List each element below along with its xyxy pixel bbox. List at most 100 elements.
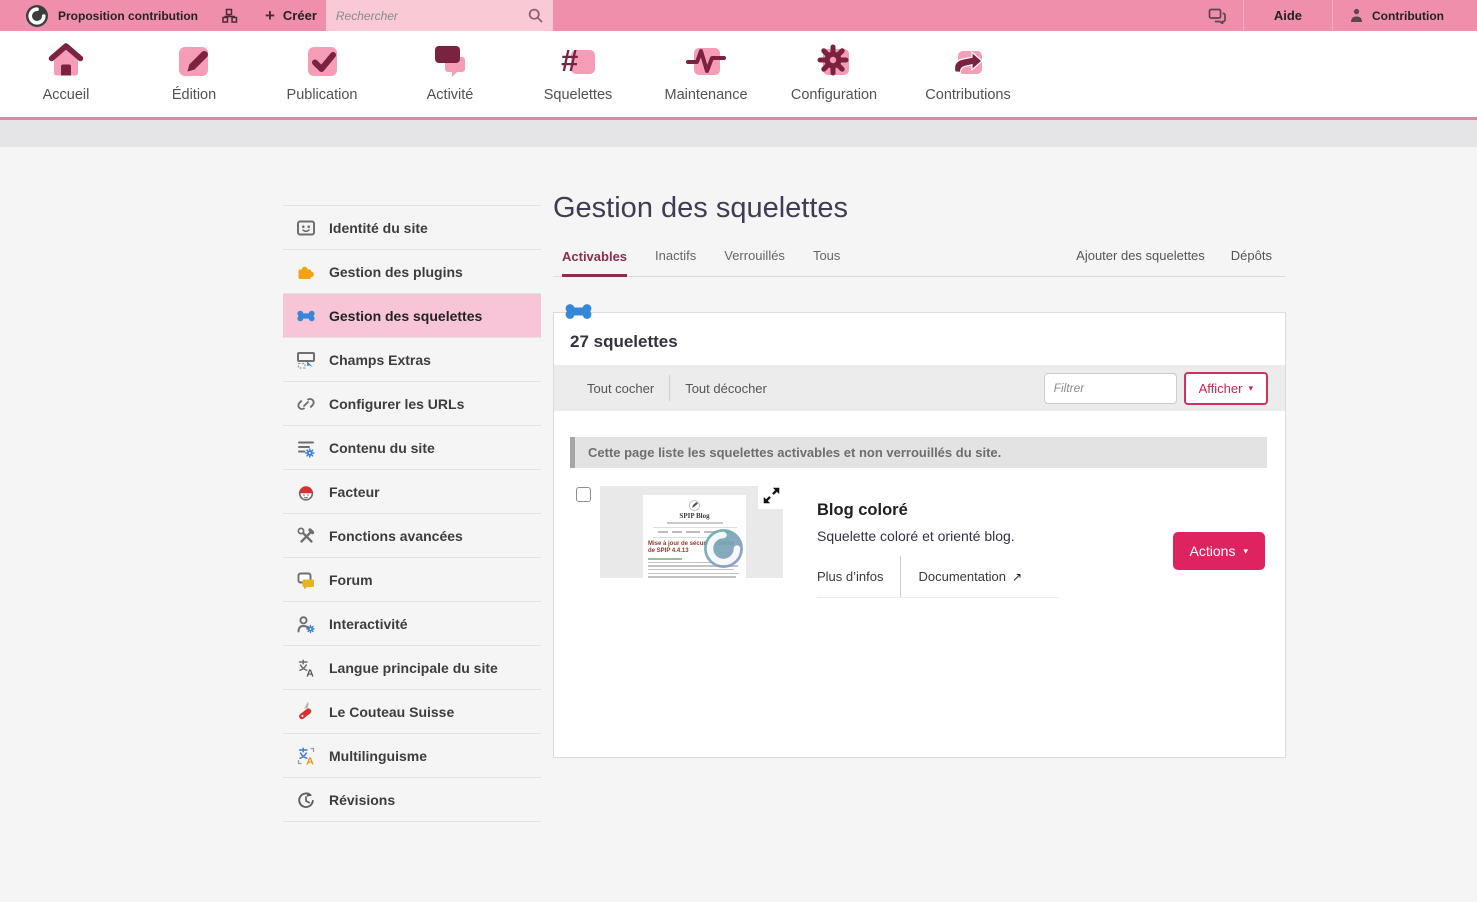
sidebar-item-forum[interactable]: Forum (283, 558, 541, 602)
messages-icon[interactable] (1208, 8, 1226, 24)
search-icon[interactable] (528, 8, 543, 23)
documentation-link[interactable]: Documentation ↗ (901, 556, 1022, 597)
link-icon (296, 394, 316, 414)
tab-verrouilles[interactable]: Verrouillés (724, 248, 785, 276)
uncheck-all-button[interactable]: Tout décocher (685, 381, 767, 396)
user-menu[interactable]: Contribution (1333, 8, 1477, 23)
tabs-actions: Ajouter des squelettes Dépôts (1076, 248, 1272, 276)
hand-arrow-icon (945, 40, 991, 84)
tabs-bar: Activables Inactifs Verrouillés Tous Ajo… (553, 248, 1286, 277)
check-icon (299, 40, 345, 84)
sidebar-item-multilinguisme[interactable]: A Multilinguisme (283, 734, 541, 778)
actions-wrap: Actions ▾ (1173, 486, 1265, 570)
divider (669, 375, 670, 401)
filter-input[interactable] (1044, 373, 1177, 404)
sidebar-item-revisions[interactable]: Révisions (283, 778, 541, 822)
sitemap-icon[interactable] (222, 8, 239, 24)
nav-item-maintenance[interactable]: Maintenance (642, 40, 770, 117)
sidebar-item-identite-du-site[interactable]: Identité du site (283, 206, 541, 250)
nav-item-contributions[interactable]: Contributions (898, 40, 1038, 117)
expand-arrows-icon (761, 485, 782, 506)
tools-icon (296, 526, 316, 546)
caret-down-icon: ▾ (1243, 546, 1248, 557)
sidebar-item-configurer-les-urls[interactable]: Configurer les URLs (283, 382, 541, 426)
add-skeletons-link[interactable]: Ajouter des squelettes (1076, 248, 1205, 276)
settings-sidebar: Identité du site Gestion des plugins Ges… (283, 205, 541, 822)
nav-item-activite[interactable]: Activité (386, 40, 514, 117)
site-name-button[interactable]: Proposition contribution (58, 9, 198, 23)
depots-link[interactable]: Dépôts (1231, 248, 1272, 276)
nav-item-squelettes[interactable]: # Squelettes (514, 40, 642, 117)
sidebar-item-gestion-des-plugins[interactable]: Gestion des plugins (283, 250, 541, 294)
external-link-icon: ↗ (1012, 570, 1022, 584)
form-cursor-icon (296, 350, 316, 370)
sidebar-item-fonctions-avancees[interactable]: Fonctions avancées (283, 514, 541, 558)
plugin-title: Blog coloré (817, 501, 1059, 520)
puzzle-icon (296, 262, 316, 282)
tab-tous[interactable]: Tous (813, 248, 840, 276)
person-gear-icon (296, 614, 316, 634)
pencil-icon (171, 40, 217, 84)
display-dropdown-button[interactable]: Afficher ▾ (1184, 372, 1268, 405)
skeletons-card: 27 squelettes Tout cocher Tout décocher … (553, 312, 1286, 758)
topbar: Proposition contribution + Créer (0, 0, 1477, 31)
sidebar-item-langue-principale[interactable]: A Langue principale du site (283, 646, 541, 690)
hash-icon: # (555, 40, 601, 84)
svg-text:A: A (306, 755, 314, 766)
sidebar-item-gestion-des-squelettes[interactable]: Gestion des squelettes (283, 294, 541, 338)
skeleton-count-title: 27 squelettes (554, 313, 1285, 365)
gear-icon (811, 40, 857, 84)
pulse-icon (683, 40, 729, 84)
subnav-strip (0, 120, 1477, 147)
more-info-link[interactable]: Plus d’infos (817, 556, 900, 597)
plugin-info: Blog coloré Squelette coloré et orienté … (817, 486, 1059, 598)
bone-icon (296, 306, 316, 326)
page-title: Gestion des squelettes (553, 192, 1286, 225)
help-button[interactable]: Aide (1244, 8, 1332, 23)
spip-logo-icon[interactable] (26, 5, 48, 27)
swiss-knife-icon (296, 702, 316, 722)
list-gear-icon (296, 438, 316, 458)
sidebar-item-interactivite[interactable]: Interactivité (283, 602, 541, 646)
actions-dropdown-button[interactable]: Actions ▾ (1173, 532, 1265, 570)
nav-item-configuration[interactable]: Configuration (770, 40, 898, 117)
svg-text:#: # (561, 43, 578, 78)
bone-icon (565, 302, 592, 321)
svg-text:A: A (306, 667, 314, 678)
create-button[interactable]: + Créer (265, 7, 317, 24)
tab-inactifs[interactable]: Inactifs (655, 248, 696, 276)
sidebar-item-contenu-du-site[interactable]: Contenu du site (283, 426, 541, 470)
search-bar (326, 0, 553, 31)
main-content: Gestion des squelettes Activables Inacti… (553, 192, 1286, 758)
sidebar-item-couteau-suisse[interactable]: Le Couteau Suisse (283, 690, 541, 734)
history-icon (296, 790, 316, 810)
plugin-checkbox[interactable] (576, 487, 591, 502)
plugin-links: Plus d’infos Documentation ↗ (817, 556, 1059, 598)
plugin-description: Squelette coloré et orienté blog. (817, 528, 1059, 544)
main-navbar: Accueil Édition Publication Activité # S… (0, 31, 1477, 120)
nav-item-accueil[interactable]: Accueil (2, 40, 130, 117)
expand-thumbnail-button[interactable] (758, 482, 785, 509)
caret-down-icon: ▾ (1248, 383, 1253, 394)
multilingual-icon: A (296, 746, 316, 766)
forum-icon (296, 570, 316, 590)
nav-item-edition[interactable]: Édition (130, 40, 258, 117)
thumbnail-site-title: SPIP Blog (643, 512, 746, 520)
home-icon (43, 40, 89, 84)
mini-pencil-icon (689, 500, 700, 511)
sidebar-item-facteur[interactable]: Facteur (283, 470, 541, 514)
search-input[interactable] (336, 9, 528, 23)
check-all-button[interactable]: Tout cocher (587, 381, 654, 396)
plugin-row: SPIP Blog Mise à jour de sécurité : sort… (576, 486, 1265, 598)
spip-spiral-logo (703, 528, 744, 569)
nav-item-publication[interactable]: Publication (258, 40, 386, 117)
tab-activables[interactable]: Activables (562, 249, 627, 277)
sidebar-item-champs-extras[interactable]: Champs Extras (283, 338, 541, 382)
user-icon (1350, 8, 1363, 23)
translate-icon: A (296, 658, 316, 678)
plugin-thumbnail: SPIP Blog Mise à jour de sécurité : sort… (600, 486, 783, 578)
speech-bubbles-icon (427, 40, 473, 84)
info-banner: Cette page liste les squelettes activabl… (570, 437, 1267, 468)
topbar-right: Aide Contribution (1208, 0, 1477, 31)
thumbnail-preview: SPIP Blog Mise à jour de sécurité : sort… (643, 495, 746, 578)
